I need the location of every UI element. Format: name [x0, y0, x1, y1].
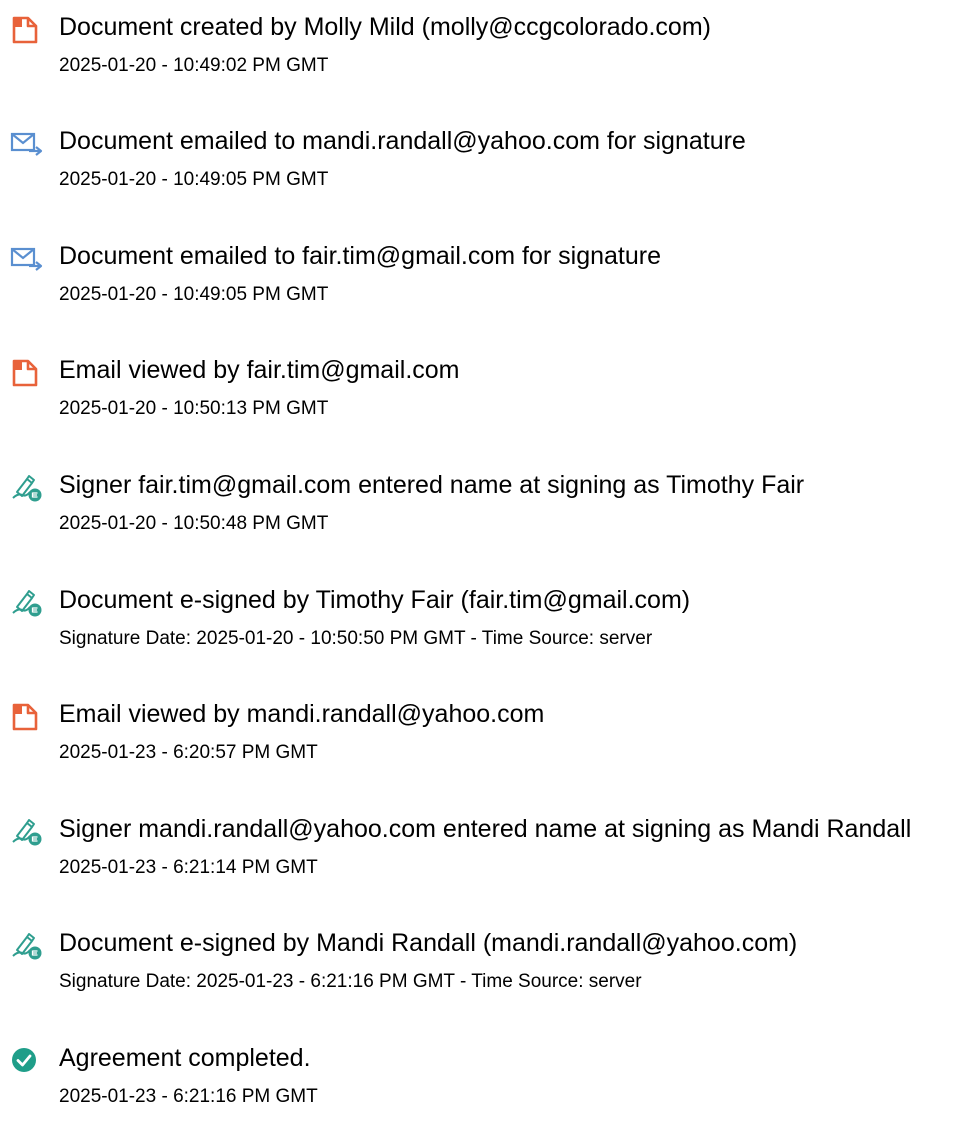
event-title: Document emailed to fair.tim@gmail.com f…	[59, 242, 662, 270]
event-title: Signer mandi.randall@yahoo.com entered n…	[59, 815, 912, 843]
history-event: Document e-signed by Mandi Randall (mand…	[0, 928, 971, 1028]
event-timestamp: 2025-01-20 - 10:49:02 PM GMT	[59, 55, 329, 76]
document-icon	[10, 702, 44, 732]
event-title: Signer fair.tim@gmail.com entered name a…	[59, 471, 805, 499]
history-event: Document emailed to fair.tim@gmail.com f…	[0, 241, 971, 341]
history-event: Email viewed by mandi.randall@yahoo.com …	[0, 699, 971, 799]
event-signature-date: Signature Date: 2025-01-20 - 10:50:50 PM…	[59, 628, 653, 649]
event-title: Agreement completed.	[59, 1044, 311, 1072]
document-icon	[10, 15, 44, 45]
event-title: Document created by Molly Mild (molly@cc…	[59, 13, 711, 41]
event-title: Email viewed by mandi.randall@yahoo.com	[59, 700, 545, 728]
event-timestamp: 2025-01-20 - 10:50:13 PM GMT	[59, 398, 329, 419]
email-sent-icon	[10, 244, 44, 274]
event-timestamp: 2025-01-20 - 10:50:48 PM GMT	[59, 513, 329, 534]
event-title: Email viewed by fair.tim@gmail.com	[59, 356, 460, 384]
history-event: Document emailed to mandi.randall@yahoo.…	[0, 126, 971, 226]
history-event: Document e-signed by Timothy Fair (fair.…	[0, 585, 971, 685]
signature-icon	[10, 588, 44, 618]
event-timestamp: 2025-01-23 - 6:21:14 PM GMT	[59, 857, 318, 878]
check-circle-icon	[10, 1046, 44, 1076]
signature-icon	[10, 931, 44, 961]
history-event: Signer mandi.randall@yahoo.com entered n…	[0, 814, 971, 914]
event-title: Document e-signed by Mandi Randall (mand…	[59, 929, 798, 957]
email-sent-icon	[10, 129, 44, 159]
event-timestamp: 2025-01-23 - 6:20:57 PM GMT	[59, 742, 318, 763]
event-timestamp: 2025-01-23 - 6:21:16 PM GMT	[59, 1086, 318, 1107]
history-event: Document created by Molly Mild (molly@cc…	[0, 12, 971, 112]
document-icon	[10, 358, 44, 388]
event-title: Document e-signed by Timothy Fair (fair.…	[59, 586, 691, 614]
history-event: Signer fair.tim@gmail.com entered name a…	[0, 470, 971, 570]
event-timestamp: 2025-01-20 - 10:49:05 PM GMT	[59, 169, 329, 190]
signature-icon	[10, 817, 44, 847]
event-title: Document emailed to mandi.randall@yahoo.…	[59, 127, 746, 155]
history-event: Email viewed by fair.tim@gmail.com 2025-…	[0, 355, 971, 455]
signature-icon	[10, 473, 44, 503]
history-event: Agreement completed. 2025-01-23 - 6:21:1…	[0, 1043, 971, 1143]
event-signature-date: Signature Date: 2025-01-23 - 6:21:16 PM …	[59, 971, 642, 992]
event-timestamp: 2025-01-20 - 10:49:05 PM GMT	[59, 284, 329, 305]
